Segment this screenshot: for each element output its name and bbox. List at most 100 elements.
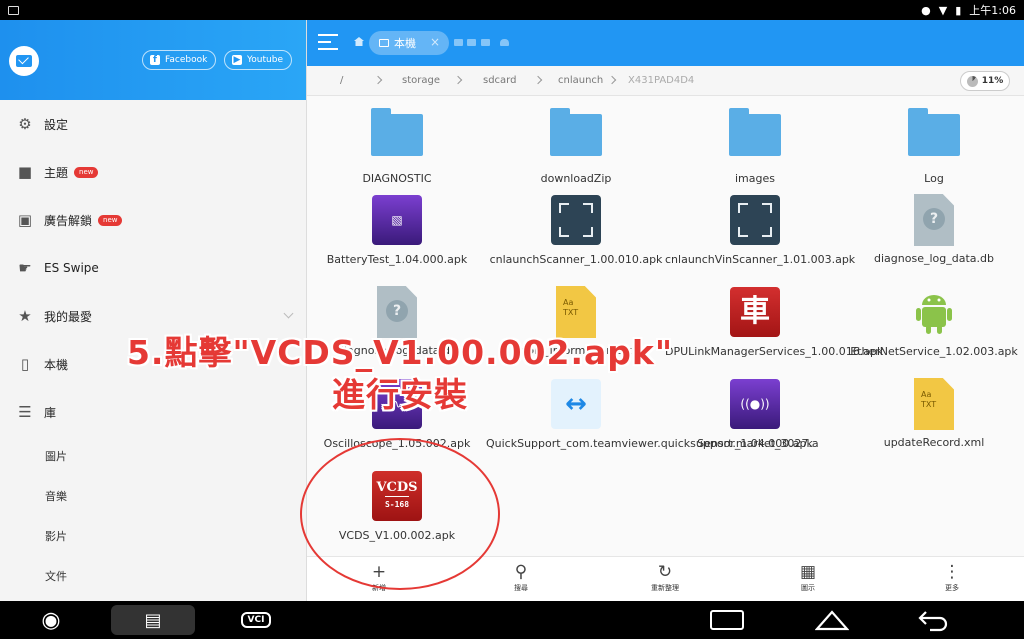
vci-label: VCI xyxy=(240,612,272,628)
home-button[interactable] xyxy=(812,605,852,635)
cloud-icon[interactable] xyxy=(500,39,509,46)
home-nav-icon xyxy=(815,610,849,631)
chevron-right-icon xyxy=(533,75,543,85)
screenshot-icon[interactable]: ▤ xyxy=(111,605,195,635)
chevron-down-icon[interactable] xyxy=(283,308,294,319)
menu-item-label: 主題 xyxy=(44,165,69,180)
library-item-documents[interactable]: 文件 xyxy=(0,556,306,596)
menu-item-ad-unlock[interactable]: ▣ 廣告解鎖 new xyxy=(0,196,306,244)
menu-item-es-swipe[interactable]: ☛ ES Swipe xyxy=(0,244,306,292)
android-icon xyxy=(909,287,959,337)
location-icon: ● xyxy=(921,3,931,17)
more-button[interactable]: ⋮ 更多 xyxy=(922,561,982,593)
account-button[interactable] xyxy=(9,46,39,76)
more-vertical-icon: ⋮ xyxy=(943,562,961,582)
chevron-right-icon xyxy=(373,75,383,85)
storage-usage-button[interactable]: 11% xyxy=(960,71,1010,91)
breadcrumb-sdcard[interactable]: sdcard xyxy=(483,75,516,86)
view-button[interactable]: ▦ 圖示 xyxy=(778,561,838,593)
library-item-videos[interactable]: 影片 xyxy=(0,516,306,556)
file-item[interactable]: DIAGNOSTIC xyxy=(307,106,487,186)
view-label: 圖示 xyxy=(801,584,815,592)
grid-icon: ▦ xyxy=(799,562,817,582)
status-bar: ● ▼ ▮ 上午1:06 xyxy=(0,0,1024,20)
home-icon[interactable] xyxy=(354,37,364,46)
vci-button[interactable]: VCI xyxy=(236,605,276,635)
file-item[interactable]: ? diagnose_log_data.db xyxy=(844,194,1024,266)
file-item[interactable]: ▧ BatteryTest_1.04.000.apk xyxy=(307,194,487,267)
screen: ● ▼ ▮ 上午1:06 f Facebook ▶ Youtube ⚙ 設定 ■… xyxy=(0,0,1024,639)
file-item[interactable]: downloadZip xyxy=(486,106,666,186)
breadcrumb-storage[interactable]: storage xyxy=(402,75,440,86)
highlight-circle xyxy=(300,438,500,590)
window-icon[interactable] xyxy=(467,39,476,46)
file-item[interactable]: Aa TXT updateRecord.xml xyxy=(844,378,1024,450)
breadcrumb-cnlaunch[interactable]: cnlaunch xyxy=(558,75,603,86)
library-item-label: 影片 xyxy=(45,530,67,543)
library-item-music[interactable]: 音樂 xyxy=(0,476,306,516)
folder-icon xyxy=(729,108,781,156)
file-item[interactable]: cnlaunchVinScanner_1.01.003.apk xyxy=(665,194,856,267)
chevron-right-icon xyxy=(453,75,463,85)
refresh-button[interactable]: ↻ 重新整理 xyxy=(635,561,695,593)
tab-local[interactable]: 本機 × xyxy=(369,31,449,55)
file-item[interactable]: cnlaunchScanner_1.00.010.apk xyxy=(486,194,666,267)
back-button[interactable] xyxy=(912,605,954,635)
search-button[interactable]: ⚲ 搜尋 xyxy=(491,561,551,593)
window-icon[interactable] xyxy=(454,39,463,46)
instruction-line-1: 5.點擊"VCDS_V1.00.002.apk" xyxy=(126,333,674,372)
menu-icon[interactable] xyxy=(318,34,338,50)
search-label: 搜尋 xyxy=(514,584,528,592)
file-item[interactable]: Log xyxy=(844,106,1024,186)
close-icon[interactable]: × xyxy=(430,35,440,49)
library-item-label: 圖片 xyxy=(45,450,67,463)
file-name: DIAGNOSTIC xyxy=(362,172,432,185)
youtube-button[interactable]: ▶ Youtube xyxy=(224,50,292,70)
instruction-annotation: 5.點擊"VCDS_V1.00.002.apk" 進行安裝 xyxy=(0,332,760,416)
system-nav-bar: ◉ ▤ VCI xyxy=(0,601,1024,639)
file-name: Sensor_1.04.000.apk xyxy=(697,437,813,450)
menu-item-label: 廣告解鎖 xyxy=(44,213,93,228)
facebook-label: Facebook xyxy=(165,55,208,65)
file-item[interactable]: images xyxy=(665,106,845,186)
unknown-file-icon: ? xyxy=(914,194,954,246)
refresh-label: 重新整理 xyxy=(651,584,679,592)
lock-icon: ▣ xyxy=(17,211,33,229)
youtube-icon: ▶ xyxy=(232,54,242,65)
file-name: Log xyxy=(924,172,944,185)
window-icon[interactable] xyxy=(481,39,490,46)
menu-item-label: 設定 xyxy=(44,117,69,132)
file-name: updateRecord.xml xyxy=(883,436,985,449)
back-icon xyxy=(918,611,948,632)
more-label: 更多 xyxy=(945,584,959,592)
scanner-app-icon xyxy=(551,195,601,245)
menu-item-themes[interactable]: ■ 主題 new xyxy=(0,148,306,196)
new-badge: new xyxy=(74,166,99,178)
wifi-icon: ▼ xyxy=(938,3,948,17)
file-name: QuickSupport_com.teamviewer.quicksupport… xyxy=(486,437,819,450)
storage-icon xyxy=(379,39,389,47)
new-badge: new xyxy=(98,214,123,226)
file-name: BatteryTest_1.04.000.apk xyxy=(326,253,468,266)
chrome-icon[interactable]: ◉ xyxy=(34,605,68,635)
file-name: downloadZip xyxy=(540,172,612,185)
shirt-icon: ■ xyxy=(17,163,33,181)
facebook-icon: f xyxy=(150,55,160,65)
unknown-file-icon: ? xyxy=(377,286,417,338)
file-name: images xyxy=(735,172,775,185)
recent-apps-button[interactable] xyxy=(706,605,748,635)
drawer-header: f Facebook ▶ Youtube xyxy=(0,20,306,100)
gear-icon: ⚙ xyxy=(18,115,32,133)
menu-item-settings[interactable]: ⚙ 設定 xyxy=(0,100,306,148)
dpu-link-app-icon: 車 xyxy=(730,287,780,337)
library-item-images[interactable]: 圖片 xyxy=(0,436,306,476)
library-item-label: 音樂 xyxy=(45,490,67,503)
breadcrumb-current[interactable]: X431PAD4D4 xyxy=(628,75,694,86)
folder-icon xyxy=(371,108,423,156)
breadcrumb-root[interactable]: / xyxy=(340,75,343,86)
facebook-button[interactable]: f Facebook xyxy=(142,50,217,70)
file-item[interactable]: EtherNetService_1.02.003.apk xyxy=(844,286,1024,359)
chevron-right-icon xyxy=(607,75,617,85)
file-name: cnlaunchVinScanner_1.01.003.apk xyxy=(665,253,856,266)
text-file-icon: Aa TXT xyxy=(556,286,596,338)
